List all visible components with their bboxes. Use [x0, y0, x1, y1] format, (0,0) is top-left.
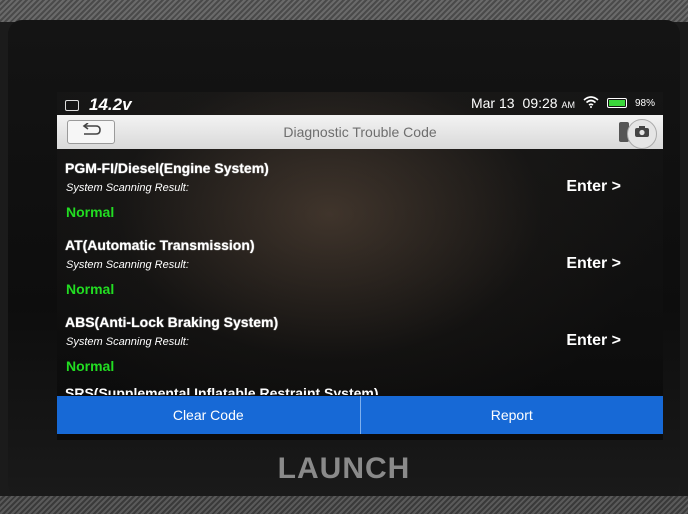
enter-button[interactable]: Enter > — [566, 178, 621, 196]
scan-result-label: System Scanning Result: — [66, 259, 189, 271]
camera-icon — [634, 125, 650, 143]
scan-result-label: System Scanning Result: — [66, 182, 189, 194]
photo-frame-bottom — [0, 496, 688, 514]
status-right: Mar 13 09:28 AM 98% — [471, 95, 655, 111]
clear-code-button[interactable]: Clear Code — [57, 396, 360, 434]
enter-button[interactable]: Enter > — [566, 332, 621, 350]
screenshot-button[interactable] — [627, 119, 657, 149]
status-bar: 14.2v Mar 13 09:28 AM 98% — [57, 92, 663, 114]
scan-status: Normal — [66, 204, 115, 220]
scan-status: Normal — [66, 281, 115, 297]
status-ampm: AM — [561, 100, 575, 110]
battery-fill — [608, 100, 625, 106]
battery-icon — [606, 98, 627, 108]
title-bar: Diagnostic Trouble Code — [57, 115, 663, 149]
system-item[interactable]: PGM-FI/Diesel(Engine System) System Scan… — [57, 156, 663, 233]
status-left: 14.2v — [65, 95, 132, 115]
status-time: 09:28 AM — [523, 95, 575, 111]
system-name: AT(Automatic Transmission) — [65, 237, 255, 253]
page-title: Diagnostic Trouble Code — [283, 124, 437, 140]
system-name: ABS(Anti-Lock Braking System) — [65, 314, 279, 330]
battery-percent: 98% — [634, 97, 655, 109]
report-button[interactable]: Report — [359, 396, 664, 434]
system-item-partial[interactable]: SRS(Supplemental Inflatable Restraint Sy… — [65, 386, 379, 395]
status-clock: 09:28 — [522, 95, 558, 111]
voltage-readout: 14.2v — [89, 95, 132, 114]
action-bar: Clear Code Report — [57, 396, 663, 434]
device-screen: 14.2v Mar 13 09:28 AM 98% Diagnostic Tro… — [57, 92, 663, 440]
voltage-icon — [65, 99, 79, 111]
enter-button[interactable]: Enter > — [566, 255, 621, 273]
wifi-icon — [583, 95, 599, 111]
system-item[interactable]: AT(Automatic Transmission) System Scanni… — [57, 233, 663, 310]
system-item[interactable]: ABS(Anti-Lock Braking System) System Sca… — [57, 310, 663, 387]
photo-frame-top — [0, 0, 688, 22]
brand-logo: LAUNCH — [277, 452, 411, 485]
system-list: PGM-FI/Diesel(Engine System) System Scan… — [57, 156, 663, 387]
system-name: PGM-FI/Diesel(Engine System) — [65, 160, 269, 176]
scan-status: Normal — [66, 358, 115, 374]
status-date: Mar 13 — [470, 95, 515, 111]
scan-result-label: System Scanning Result: — [66, 336, 189, 348]
